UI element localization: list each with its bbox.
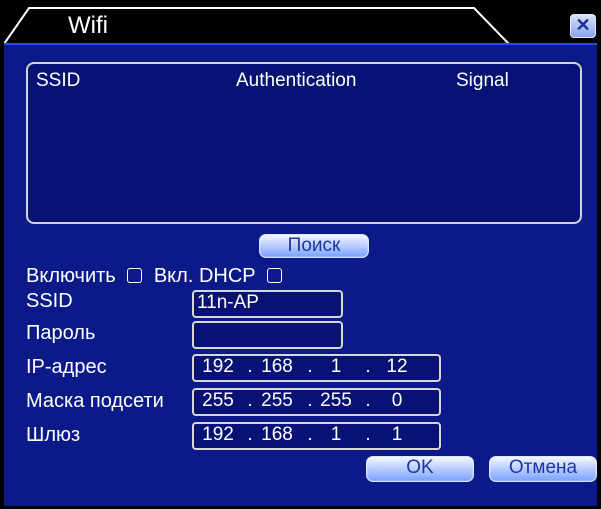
gateway-dot-1: . — [247, 424, 253, 445]
ip-dot-3: . — [365, 356, 371, 377]
ip-label: IP-адрес — [26, 356, 107, 378]
column-authentication: Authentication — [236, 70, 357, 91]
gateway-octet-4: 1 — [391, 424, 403, 445]
ssid-label: SSID — [26, 290, 73, 312]
search-button[interactable]: Поиск — [259, 234, 369, 258]
mask-label: Маска подсети — [26, 390, 164, 412]
gateway-field[interactable]: 192 . 168 . 1 . 1 — [192, 422, 441, 450]
password-label: Пароль — [26, 322, 96, 344]
ip-dot-2: . — [307, 356, 313, 377]
mask-octet-4: 0 — [391, 390, 403, 411]
content-panel: SSID Authentication Signal Поиск Включит… — [4, 44, 597, 506]
mask-dot-3: . — [365, 390, 371, 411]
gateway-dot-3: . — [365, 424, 371, 445]
wifi-window: Wifi ✕ SSID Authentication Signal Поиск … — [3, 4, 597, 506]
close-icon[interactable]: ✕ — [570, 14, 596, 38]
mask-dot-1: . — [247, 390, 253, 411]
gateway-dot-2: . — [307, 424, 313, 445]
gateway-octet-2: 168 — [261, 424, 293, 445]
mask-octet-1: 255 — [202, 390, 234, 411]
ok-button[interactable]: OK — [366, 456, 474, 482]
ssid-input[interactable]: 11n-AP — [192, 290, 343, 318]
enable-label: Включить — [26, 265, 116, 287]
column-ssid: SSID — [36, 70, 81, 91]
gateway-label: Шлюз — [26, 424, 81, 446]
ip-octet-3: 1 — [330, 356, 342, 377]
gateway-octet-1: 192 — [202, 424, 234, 445]
ip-dot-1: . — [247, 356, 253, 377]
ip-address-field[interactable]: 192 . 168 . 1 . 12 — [192, 354, 441, 382]
dhcp-checkbox[interactable] — [266, 267, 282, 283]
mask-octet-3: 255 — [320, 390, 352, 411]
subnet-mask-field[interactable]: 255 . 255 . 255 . 0 — [192, 388, 441, 416]
ip-octet-2: 168 — [261, 356, 293, 377]
options-row: Включить Вкл. DHCP — [26, 265, 288, 288]
ip-octet-4: 12 — [386, 356, 408, 377]
mask-octet-2: 255 — [261, 390, 293, 411]
gateway-octet-3: 1 — [330, 424, 342, 445]
title-bar: Wifi ✕ — [3, 4, 597, 45]
enable-checkbox[interactable] — [127, 267, 143, 283]
cancel-button[interactable]: Отмена — [489, 456, 597, 482]
column-signal: Signal — [456, 70, 509, 91]
ip-octet-1: 192 — [202, 356, 234, 377]
window-title: Wifi — [68, 12, 108, 39]
dhcp-label: Вкл. DHCP — [153, 265, 256, 287]
mask-dot-2: . — [307, 390, 313, 411]
network-list[interactable]: SSID Authentication Signal — [26, 62, 582, 224]
password-input[interactable] — [192, 321, 343, 349]
